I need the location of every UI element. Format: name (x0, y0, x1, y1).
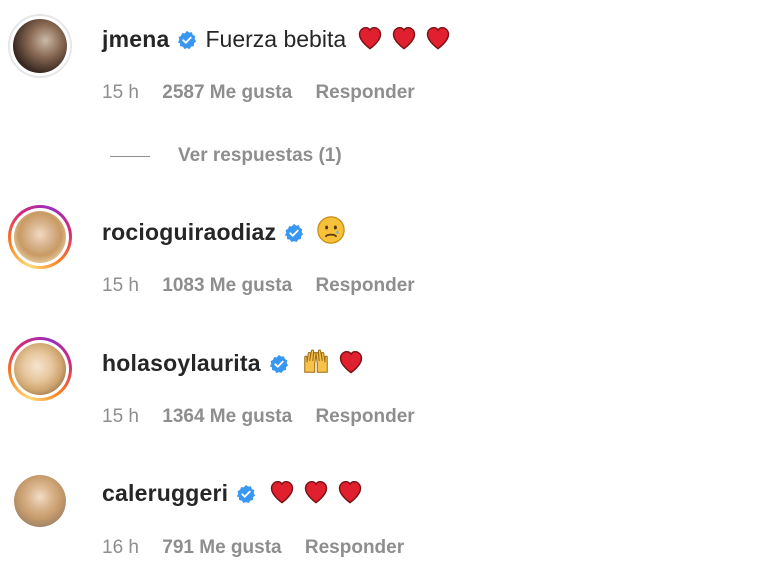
heart-icon (390, 24, 418, 54)
avatar-image (14, 343, 66, 395)
username[interactable]: caleruggeri (102, 480, 228, 507)
avatar-image (14, 475, 66, 527)
heart-icon (336, 478, 364, 508)
heart-icon (268, 478, 296, 508)
heart-icon (337, 348, 365, 378)
raising-hands-icon (301, 346, 331, 380)
avatar-rociogui­raodiaz[interactable] (8, 205, 72, 269)
likes-count[interactable]: 1364 Me gusta (162, 406, 292, 427)
avatar-holasoylaurita[interactable] (8, 337, 72, 401)
likes-count[interactable]: 791 Me gusta (162, 537, 281, 558)
avatar-image (14, 211, 66, 263)
timestamp: 15 h (102, 406, 139, 427)
username[interactable]: rocioguiraodiaz (102, 219, 276, 246)
heart-icon (424, 24, 452, 54)
view-replies-button[interactable]: Ver respuestas (1) (110, 145, 342, 167)
verified-badge-icon (284, 222, 304, 242)
view-replies-label: Ver respuestas (1) (178, 145, 342, 166)
heart-icon (356, 24, 384, 54)
timestamp: 16 h (102, 537, 139, 558)
username[interactable]: holasoylaurita (102, 350, 261, 377)
reply-button[interactable]: Responder (315, 275, 414, 296)
reply-button[interactable]: Responder (315, 82, 414, 103)
comment-text: Fuerza bebita (205, 25, 347, 52)
divider (110, 155, 150, 157)
likes-count[interactable]: 1083 Me gusta (162, 275, 292, 296)
username[interactable]: jmena (102, 26, 169, 53)
timestamp: 15 h (102, 275, 139, 296)
verified-badge-icon (269, 353, 289, 373)
sad-face-icon (316, 215, 346, 249)
verified-badge-icon (177, 29, 197, 49)
verified-badge-icon (236, 483, 256, 503)
likes-count[interactable]: 2587 Me gusta (162, 82, 292, 103)
heart-icon (302, 478, 330, 508)
reply-button[interactable]: Responder (305, 537, 404, 558)
avatar-caleruggeri[interactable] (8, 469, 72, 533)
reply-button[interactable]: Responder (315, 406, 414, 427)
avatar-jmena[interactable] (8, 14, 72, 78)
timestamp: 15 h (102, 82, 139, 103)
avatar-image (13, 19, 67, 73)
